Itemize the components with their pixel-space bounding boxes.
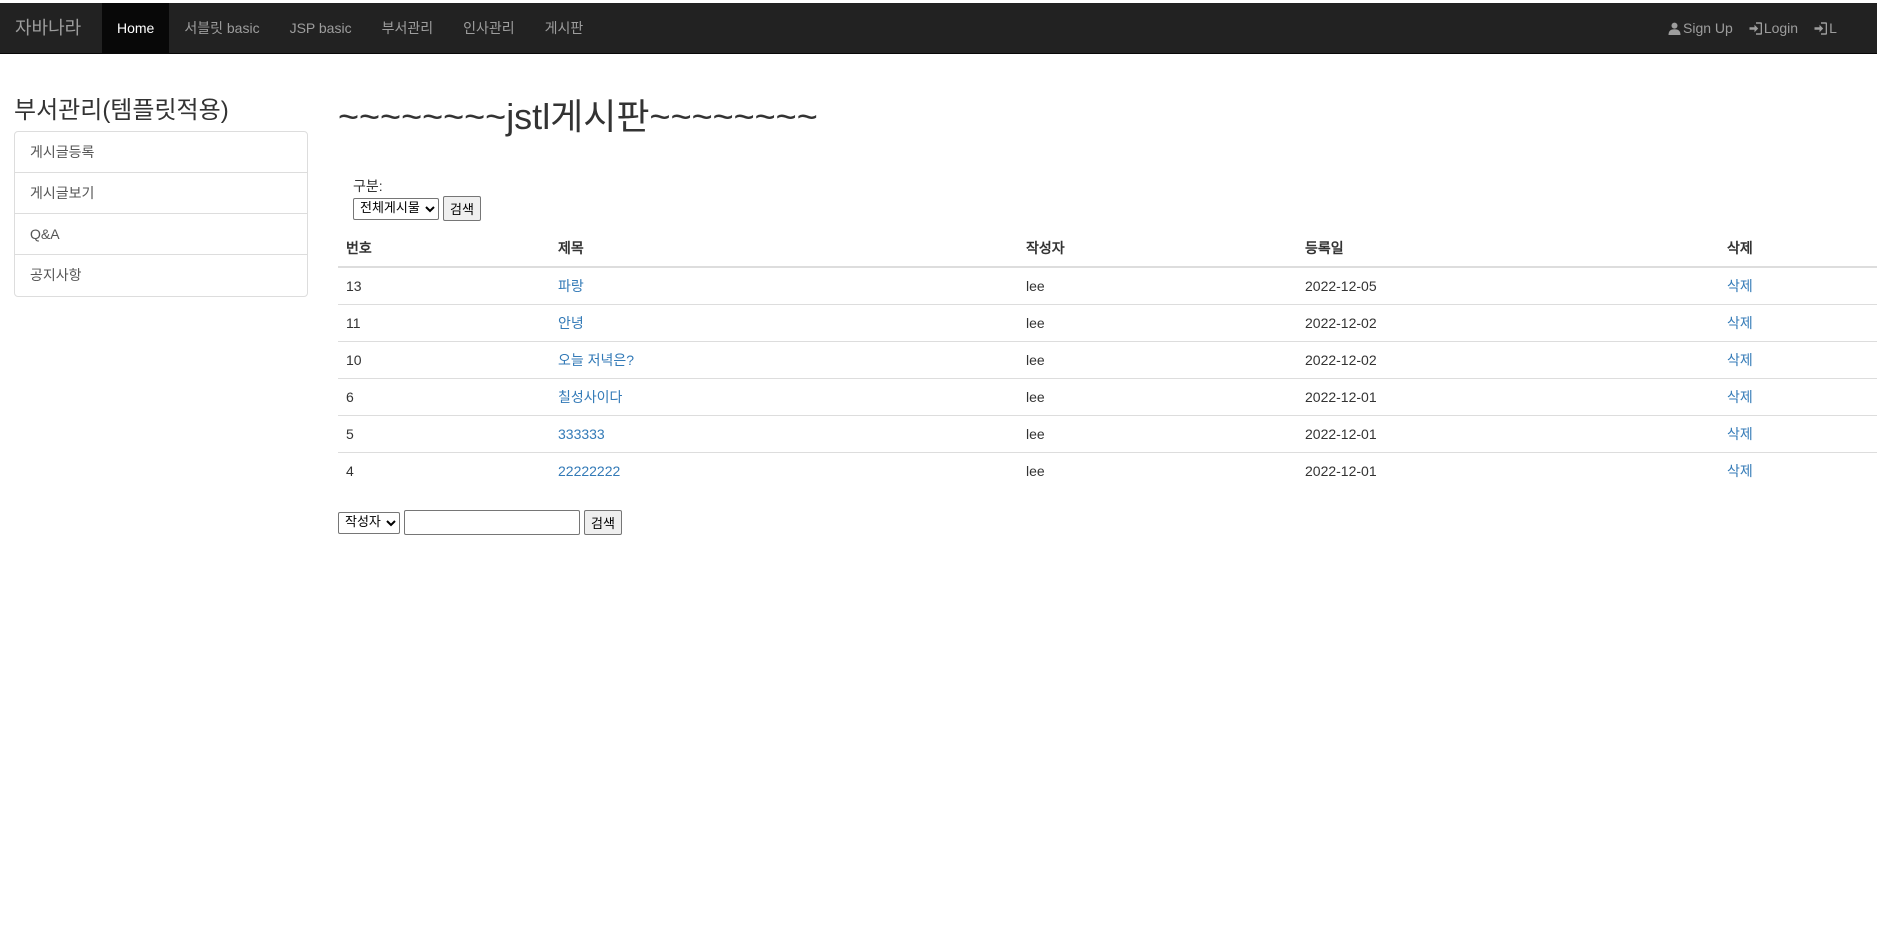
table-row: 5 333333 lee 2022-12-01 삭제 [338,415,1877,453]
nav-right-menu: Sign Up Login L [1660,3,1845,54]
row-number: 11 [338,304,550,342]
category-select[interactable]: 전체게시물 [353,197,439,220]
row-writer: lee [1018,378,1297,416]
brand-logo[interactable]: 자바나라 [15,3,81,54]
board-table: 번호 제목 작성자 등록일 삭제 13 파랑 lee 2022-12-05 삭제… [338,230,1877,489]
nav-item-home[interactable]: Home [102,3,170,54]
row-date: 2022-12-01 [1305,462,1377,479]
top-navbar: 자바나라 Home 서블릿 basic JSP basic 부서관리 인사관리 … [0,3,1877,54]
delete-link[interactable]: 삭제 [1727,352,1753,368]
sidebar-list: 게시글등록 게시글보기 Q&A 공지사항 [14,131,308,297]
post-title-link[interactable]: 오늘 저녁은? [558,352,634,368]
search-button[interactable]: 검색 [584,510,622,535]
page-title: ~~~~~~~~jstl게시판~~~~~~~~ [338,96,818,137]
header-title: 제목 [550,230,1018,268]
logout-label: L [1829,20,1837,36]
login-icon [1749,22,1763,35]
login-icon [1814,22,1828,35]
table-row: 4 22222222 lee 2022-12-01 삭제 [338,452,1877,489]
sidebar-item-post-view[interactable]: 게시글보기 [15,173,307,214]
row-number: 5 [338,415,550,453]
logout-link[interactable]: L [1806,3,1845,54]
row-writer: lee [1018,341,1297,379]
delete-link[interactable]: 삭제 [1727,315,1753,331]
nav-item-servlet-basic[interactable]: 서블릿 basic [169,3,274,54]
delete-link[interactable]: 삭제 [1727,463,1753,479]
filter-row: 전체게시물 검색 [353,196,481,221]
post-title-link[interactable]: 파랑 [558,278,584,294]
header-number: 번호 [338,230,550,268]
row-writer: lee [1018,415,1297,453]
post-title-link[interactable]: 칠성사이다 [558,389,622,405]
delete-link[interactable]: 삭제 [1727,389,1753,405]
row-date: 2022-12-01 [1297,415,1719,453]
delete-link[interactable]: 삭제 [1727,426,1753,442]
login-label: Login [1763,20,1799,36]
row-number: 13 [338,267,550,305]
row-number: 10 [338,341,550,379]
user-icon [1668,22,1681,35]
row-writer: lee [1018,267,1297,305]
search-type-select[interactable]: 작성자 [338,511,400,534]
row-date: 2022-12-02 [1297,341,1719,379]
sidebar-item-post-register[interactable]: 게시글등록 [15,132,307,173]
filter-search-button[interactable]: 검색 [443,196,481,221]
post-title-link[interactable]: 안녕 [558,315,584,331]
row-writer: lee [1018,304,1297,342]
table-row: 13 파랑 lee 2022-12-05 삭제 [338,267,1877,305]
nav-item-department[interactable]: 부서관리 [367,3,449,54]
nav-item-board[interactable]: 게시판 [530,3,599,54]
row-date: 2022-12-01 [1297,378,1719,416]
nav-item-hr[interactable]: 인사관리 [448,3,530,54]
header-date: 등록일 [1297,230,1719,268]
sidebar-item-qna[interactable]: Q&A [15,214,307,255]
search-row: 작성자 검색 [338,510,622,535]
delete-link[interactable]: 삭제 [1727,278,1753,294]
header-writer: 작성자 [1018,230,1297,268]
row-writer: lee [1026,462,1045,479]
sidebar-title: 부서관리(템플릿적용) [14,97,229,124]
signup-label: Sign Up [1683,20,1733,36]
table-header-row: 번호 제목 작성자 등록일 삭제 [338,230,1877,268]
signup-link[interactable]: Sign Up [1660,3,1741,54]
login-link[interactable]: Login [1741,3,1806,54]
filter-label: 구분: [353,178,383,194]
table-row: 10 오늘 저녁은? lee 2022-12-02 삭제 [338,341,1877,379]
nav-item-jsp-basic[interactable]: JSP basic [275,3,367,54]
row-date: 2022-12-05 [1297,267,1719,305]
post-title-link[interactable]: 333333 [558,426,605,442]
search-input[interactable] [404,510,580,535]
row-number: 6 [338,378,550,416]
table-row: 11 안녕 lee 2022-12-02 삭제 [338,304,1877,342]
table-row: 6 칠성사이다 lee 2022-12-01 삭제 [338,378,1877,416]
row-date: 2022-12-02 [1297,304,1719,342]
sidebar-item-notice[interactable]: 공지사항 [15,255,307,296]
nav-menu: Home 서블릿 basic JSP basic 부서관리 인사관리 게시판 [102,3,598,54]
post-title-link[interactable]: 22222222 [558,463,620,479]
header-delete: 삭제 [1719,230,1877,268]
row-number: 4 [346,462,354,479]
